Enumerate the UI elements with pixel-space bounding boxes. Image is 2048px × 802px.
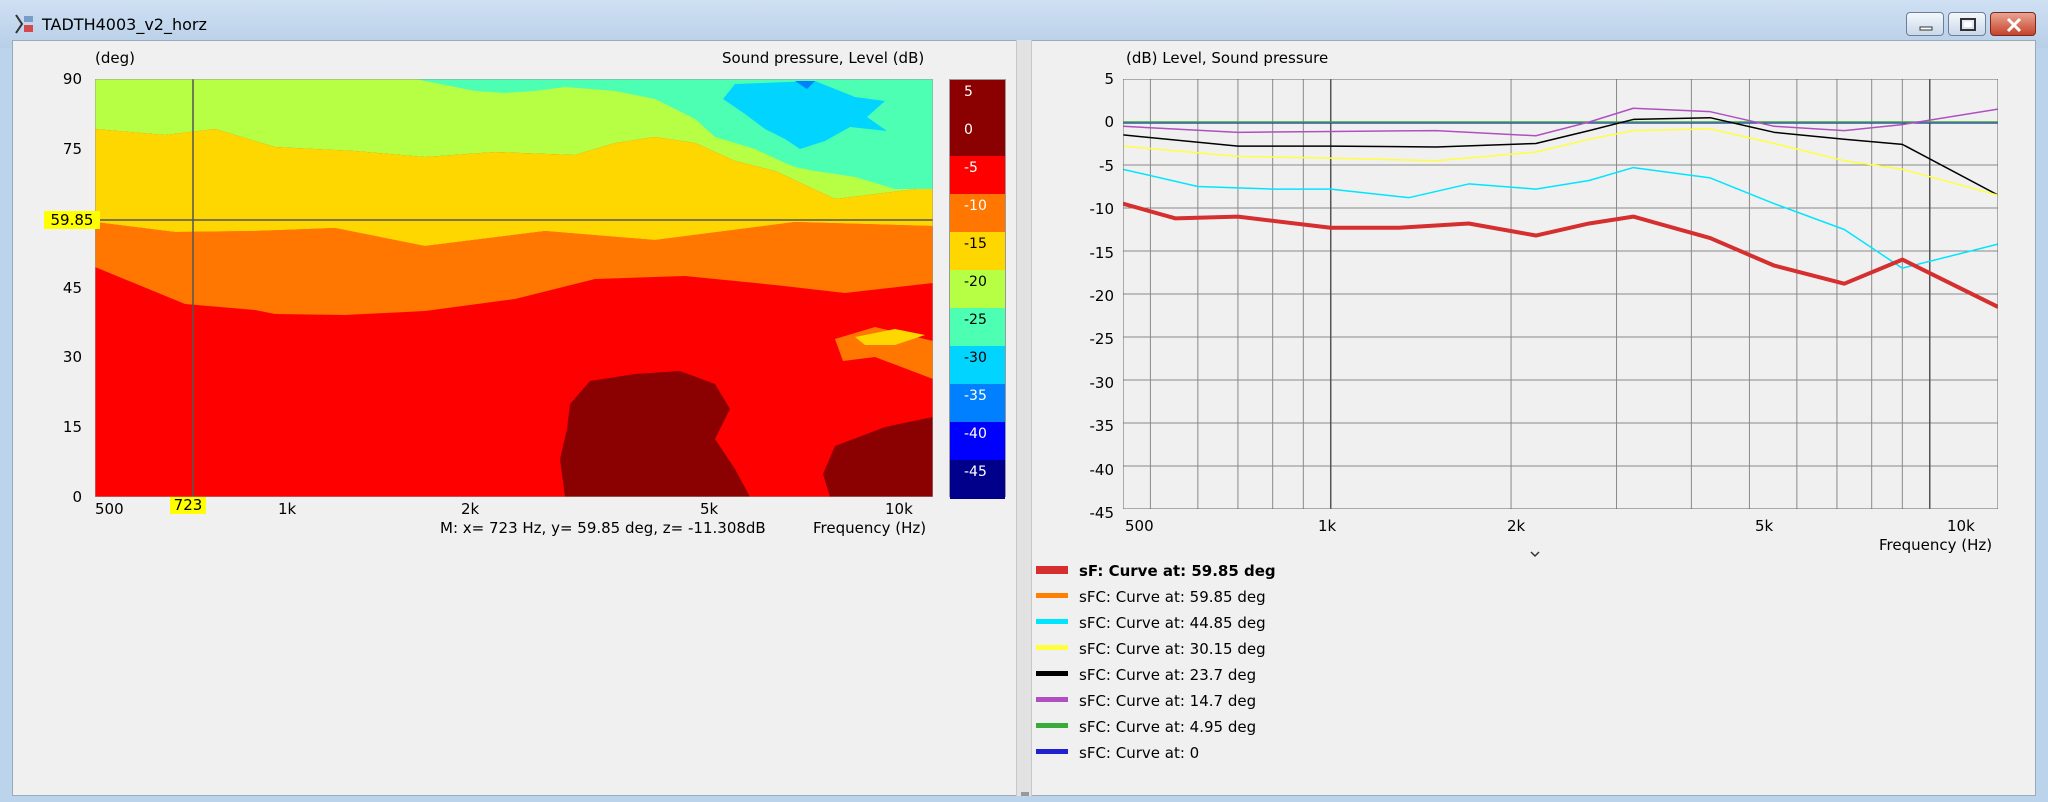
color-scale-label: -20 (964, 274, 987, 290)
color-scale-label: 0 (964, 122, 973, 138)
contour-y-tick: 75 (62, 140, 82, 158)
cursor-x-readout: 723 (170, 497, 206, 514)
legend-label: sF: Curve at: 59.85 deg (1079, 562, 1276, 580)
maximize-button[interactable] (1948, 12, 1986, 36)
contour-y-tick: 90 (62, 70, 82, 88)
line-y-tick: -5 (1099, 157, 1114, 175)
contour-x-tick: 1k (278, 500, 297, 518)
legend-label: sFC: Curve at: 23.7 deg (1079, 666, 1257, 684)
series-line (1123, 201, 1998, 309)
pane-splitter[interactable] (1016, 40, 1032, 800)
line-y-tick: -10 (1089, 200, 1115, 218)
color-scale-label: -25 (964, 312, 987, 328)
legend-swatch (1036, 593, 1068, 598)
legend-swatch (1036, 671, 1068, 676)
line-chart[interactable] (1123, 79, 1998, 509)
close-icon (2006, 17, 2022, 33)
color-scale: 5 0 -5 -10 -15 -20 -25 -30 -35 -40 -45 (949, 79, 1006, 499)
chevron-down-icon[interactable] (1528, 548, 1542, 560)
legend-label: sFC: Curve at: 59.85 deg (1079, 588, 1266, 606)
color-scale-label: -45 (964, 464, 987, 480)
color-scale-label: 5 (964, 84, 973, 100)
legend-swatch (1036, 723, 1068, 728)
color-scale-label: -10 (964, 198, 987, 214)
line-y-tick: -20 (1089, 287, 1115, 305)
legend-label: sFC: Curve at: 4.95 deg (1079, 718, 1257, 736)
contour-plot[interactable] (95, 79, 933, 497)
legend-swatch (1036, 645, 1068, 650)
line-y-tick: -45 (1089, 504, 1115, 522)
line-x-tick: 1k (1318, 517, 1337, 535)
contour-y-tick: 30 (62, 348, 82, 366)
color-scale-label: -40 (964, 426, 987, 442)
line-y-tick: -35 (1089, 417, 1115, 435)
contour-y-tick: 15 (62, 418, 82, 436)
legend-swatch (1036, 749, 1068, 754)
legend-swatch (1036, 566, 1068, 574)
line-y-tick: -40 (1089, 461, 1115, 479)
color-scale-label: -35 (964, 388, 987, 404)
color-scale-label: -5 (964, 160, 978, 176)
line-y-tick: -30 (1089, 374, 1115, 392)
line-x-tick: 10k (1947, 517, 1975, 535)
legend-swatch (1036, 619, 1068, 624)
contour-x-tick: 500 (95, 500, 124, 518)
legend-label: sFC: Curve at: 44.85 deg (1079, 614, 1266, 632)
close-button[interactable] (1990, 12, 2036, 36)
contour-x-axis-label: Frequency (Hz) (813, 519, 927, 537)
line-x-tick: 500 (1125, 517, 1154, 535)
line-y-tick: -25 (1089, 330, 1115, 348)
window-title: TADTH4003_v2_horz (42, 15, 207, 34)
app-icon (15, 14, 33, 34)
line-y-tick: 0 (1104, 113, 1114, 131)
contour-x-tick: 10k (885, 500, 913, 518)
line-x-tick: 2k (1507, 517, 1526, 535)
line-x-axis-label: Frequency (Hz) (1879, 536, 1993, 554)
legend-label: sFC: Curve at: 0 (1079, 744, 1200, 762)
contour-y-tick: 0 (72, 488, 82, 506)
line-y-tick: 5 (1104, 70, 1114, 88)
cursor-y-readout: 59.85 (44, 211, 100, 229)
line-y-tick: -15 (1089, 244, 1115, 262)
contour-y-axis-label: (deg) (95, 49, 135, 67)
minimize-button[interactable] (1906, 12, 1944, 36)
color-scale-label: -30 (964, 350, 987, 366)
linechart-y-axis-label: (dB) Level, Sound pressure (1126, 49, 1329, 67)
legend-swatch (1036, 697, 1068, 702)
contour-x-tick: 5k (700, 500, 719, 518)
line-x-tick: 5k (1755, 517, 1774, 535)
color-scale-band (950, 118, 1005, 157)
restore-icon (1960, 18, 1976, 31)
legend-label: sFC: Curve at: 30.15 deg (1079, 640, 1266, 658)
measure-readout: M: x= 723 Hz, y= 59.85 deg, z= -11.308dB (440, 519, 766, 537)
legend-label: sFC: Curve at: 14.7 deg (1079, 692, 1257, 710)
contour-z-axis-label: Sound pressure, Level (dB) (722, 49, 925, 67)
minimize-icon (1919, 26, 1933, 31)
contour-x-tick: 2k (461, 500, 480, 518)
contour-y-tick: 45 (62, 279, 82, 297)
color-scale-label: -15 (964, 236, 987, 252)
window-bottom-border (0, 796, 2048, 802)
color-scale-band (950, 80, 1005, 119)
